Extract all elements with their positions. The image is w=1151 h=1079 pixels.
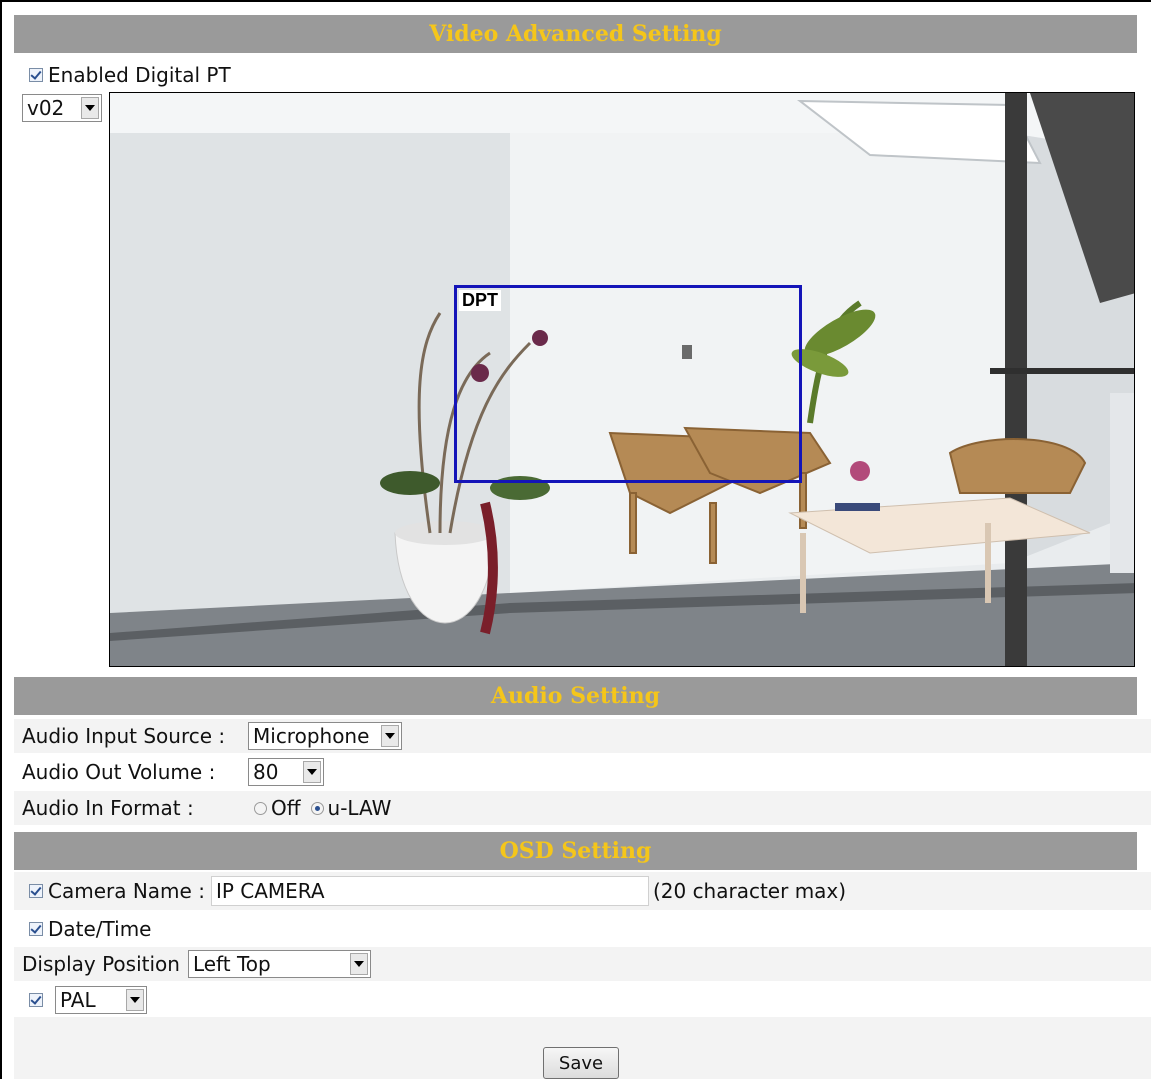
chevron-down-icon <box>126 989 144 1011</box>
video-advanced-header: Video Advanced Setting <box>14 15 1137 53</box>
audio-input-source-label: Audio Input Source : <box>22 724 226 748</box>
video-standard-checkbox[interactable] <box>29 993 43 1007</box>
video-standard-select[interactable]: PAL <box>55 986 147 1014</box>
datetime-label: Date/Time <box>48 917 152 941</box>
format-ulaw-label: u-LAW <box>327 796 392 820</box>
osd-setting-header: OSD Setting <box>14 832 1137 870</box>
dpt-label: DPT <box>459 290 501 311</box>
datetime-checkbox[interactable] <box>29 922 43 936</box>
camera-name-input[interactable]: IP CAMERA <box>210 876 649 906</box>
format-off-radio[interactable] <box>254 801 267 815</box>
video-standard-value: PAL <box>60 988 96 1012</box>
display-position-select[interactable]: Left Top <box>187 950 371 978</box>
audio-in-format-label: Audio In Format : <box>22 796 194 820</box>
camera-name-row: Camera Name : IP CAMERA (20 character ma… <box>14 872 1151 910</box>
chevron-down-icon <box>303 761 321 783</box>
display-position-label: Display Position <box>22 952 180 976</box>
audio-out-volume-select[interactable]: 80 <box>248 758 324 786</box>
audio-input-source-value: Microphone <box>253 724 370 748</box>
audio-input-source-row: Audio Input Source : Microphone <box>14 719 1151 753</box>
stream-select[interactable]: v02 <box>22 94 102 122</box>
display-position-row: Display Position Left Top <box>14 947 1151 981</box>
display-position-value: Left Top <box>192 952 271 976</box>
camera-name-label: Camera Name : <box>48 879 205 903</box>
camera-name-checkbox[interactable] <box>29 884 43 898</box>
camera-name-value: IP CAMERA <box>215 879 325 903</box>
audio-out-volume-value: 80 <box>253 760 279 784</box>
audio-out-volume-label: Audio Out Volume : <box>22 760 216 784</box>
chevron-down-icon <box>81 97 99 119</box>
chevron-down-icon <box>381 725 399 747</box>
format-ulaw-radio[interactable] <box>310 801 324 815</box>
audio-setting-header: Audio Setting <box>14 677 1137 715</box>
audio-out-volume-row: Audio Out Volume : 80 <box>14 755 1151 789</box>
audio-in-format-row: Audio In Format : Off u-LAW <box>14 791 1151 825</box>
camera-name-hint: (20 character max) <box>652 879 847 903</box>
digital-pt-checkbox[interactable] <box>29 68 43 82</box>
datetime-row: Date/Time <box>14 912 1151 946</box>
stream-select-value: v02 <box>27 96 65 120</box>
video-standard-row: PAL <box>14 983 1151 1017</box>
format-off-label: Off <box>271 796 301 820</box>
video-preview[interactable]: DPT <box>109 92 1135 667</box>
digital-pt-label: Enabled Digital PT <box>48 63 231 87</box>
audio-input-source-select[interactable]: Microphone <box>248 722 402 750</box>
save-button[interactable]: Save <box>543 1047 619 1079</box>
chevron-down-icon <box>349 953 368 975</box>
dpt-region-box[interactable]: DPT <box>454 285 802 483</box>
digital-pt-row: Enabled Digital PT <box>29 63 231 87</box>
